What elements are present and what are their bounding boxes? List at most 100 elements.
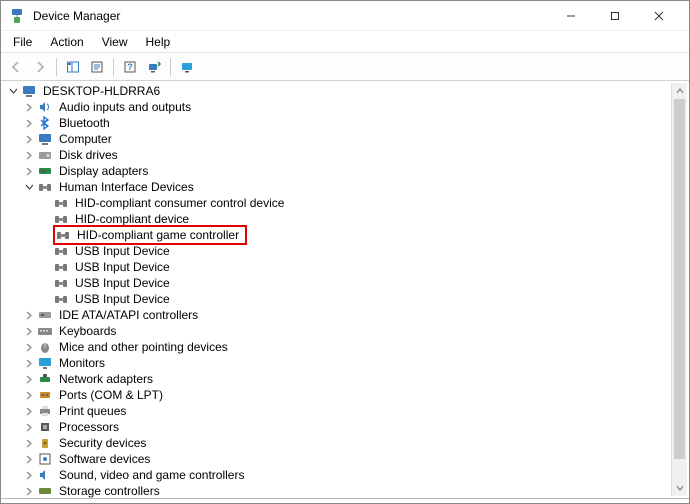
- chevron-right-icon[interactable]: [23, 453, 35, 465]
- tree-item-label: Mice and other pointing devices: [57, 340, 230, 354]
- title-bar: Device Manager: [1, 1, 689, 31]
- scan-hardware-button[interactable]: [143, 56, 165, 78]
- help-button[interactable]: ?: [119, 56, 141, 78]
- svg-text:?: ?: [127, 62, 133, 72]
- menu-view[interactable]: View: [94, 33, 136, 51]
- port-icon: [37, 387, 53, 403]
- tree-item-ide[interactable]: IDE ATA/ATAPI controllers: [7, 307, 669, 323]
- tree-item-label: Disk drives: [57, 148, 120, 162]
- tree-item-label: Storage controllers: [57, 484, 162, 498]
- devices-button[interactable]: [176, 56, 198, 78]
- tree-item-label: HID-compliant game controller: [75, 228, 241, 242]
- properties-button[interactable]: [86, 56, 108, 78]
- tree-item-sound[interactable]: Sound, video and game controllers: [7, 467, 669, 483]
- tree-item-label: Ports (COM & LPT): [57, 388, 165, 402]
- scroll-down-icon[interactable]: [672, 480, 687, 496]
- chevron-right-icon[interactable]: [23, 485, 35, 497]
- device-tree[interactable]: DESKTOP-HLDRRA6 Audio inputs and outputs…: [7, 83, 669, 498]
- tree-item-processors[interactable]: Processors: [7, 419, 669, 435]
- back-button[interactable]: [5, 56, 27, 78]
- chevron-right-icon[interactable]: [23, 165, 35, 177]
- sound-icon: [37, 467, 53, 483]
- chevron-right-icon[interactable]: [23, 437, 35, 449]
- maximize-button[interactable]: [593, 1, 637, 31]
- tree-item-label: Print queues: [57, 404, 128, 418]
- tree-item-label: USB Input Device: [73, 292, 172, 306]
- tree-item-hid-child[interactable]: HID-compliant consumer control device: [7, 195, 669, 211]
- storage-icon: [37, 483, 53, 498]
- chevron-right-icon[interactable]: [23, 149, 35, 161]
- tree-item-ports[interactable]: Ports (COM & LPT): [7, 387, 669, 403]
- window-title: Device Manager: [33, 9, 549, 23]
- tree-item-hid-child[interactable]: USB Input Device: [7, 275, 669, 291]
- tree-item-label: Audio inputs and outputs: [57, 100, 193, 114]
- tree-item-monitors[interactable]: Monitors: [7, 355, 669, 371]
- show-hide-console-button[interactable]: [62, 56, 84, 78]
- tree-item-display[interactable]: Display adapters: [7, 163, 669, 179]
- tree-item-label: DESKTOP-HLDRRA6: [41, 84, 162, 98]
- chevron-right-icon[interactable]: [23, 325, 35, 337]
- scrollbar-thumb[interactable]: [674, 99, 685, 459]
- close-button[interactable]: [637, 1, 681, 31]
- chevron-right-icon[interactable]: [23, 405, 35, 417]
- computer-icon: [21, 83, 37, 99]
- display-icon: [37, 163, 53, 179]
- tree-item-keyboards[interactable]: Keyboards: [7, 323, 669, 339]
- tree-item-hid[interactable]: Human Interface Devices: [7, 179, 669, 195]
- chevron-right-icon[interactable]: [23, 421, 35, 433]
- vertical-scrollbar[interactable]: [671, 83, 687, 496]
- tree-item-label: Processors: [57, 420, 121, 434]
- menu-action[interactable]: Action: [42, 33, 91, 51]
- tree-item-label: USB Input Device: [73, 276, 172, 290]
- tree-root[interactable]: DESKTOP-HLDRRA6: [7, 83, 669, 99]
- chevron-down-icon[interactable]: [23, 181, 35, 193]
- hid-icon: [53, 243, 69, 259]
- tree-item-computer[interactable]: Computer: [7, 131, 669, 147]
- printer-icon: [37, 403, 53, 419]
- tree-item-hid-child[interactable]: USB Input Device: [7, 259, 669, 275]
- tree-item-network[interactable]: Network adapters: [7, 371, 669, 387]
- tree-item-label: Bluetooth: [57, 116, 112, 130]
- separator-icon: [113, 58, 114, 76]
- tree-item-label: IDE ATA/ATAPI controllers: [57, 308, 200, 322]
- window-controls: [549, 1, 681, 31]
- keyboard-icon: [37, 323, 53, 339]
- highlight-box: HID-compliant game controller: [53, 225, 247, 245]
- chevron-right-icon[interactable]: [23, 389, 35, 401]
- software-icon: [37, 451, 53, 467]
- tree-item-security[interactable]: Security devices: [7, 435, 669, 451]
- chevron-right-icon[interactable]: [23, 101, 35, 113]
- tree-item-bluetooth[interactable]: Bluetooth: [7, 115, 669, 131]
- tree-item-printq[interactable]: Print queues: [7, 403, 669, 419]
- tree-item-hid-child[interactable]: USB Input Device: [7, 243, 669, 259]
- tree-item-hid-child-highlighted[interactable]: HID-compliant game controller: [7, 227, 669, 243]
- tree-item-mice[interactable]: Mice and other pointing devices: [7, 339, 669, 355]
- tree-item-disk[interactable]: Disk drives: [7, 147, 669, 163]
- chevron-right-icon[interactable]: [23, 117, 35, 129]
- tree-item-software[interactable]: Software devices: [7, 451, 669, 467]
- chevron-right-icon[interactable]: [23, 341, 35, 353]
- chevron-right-icon[interactable]: [23, 373, 35, 385]
- tree-item-audio[interactable]: Audio inputs and outputs: [7, 99, 669, 115]
- chevron-down-icon[interactable]: [7, 85, 19, 97]
- chevron-right-icon[interactable]: [23, 309, 35, 321]
- tree-item-label: Display adapters: [57, 164, 150, 178]
- audio-icon: [37, 99, 53, 115]
- minimize-button[interactable]: [549, 1, 593, 31]
- computer-icon: [37, 131, 53, 147]
- tree-item-label: USB Input Device: [73, 260, 172, 274]
- hid-icon: [53, 291, 69, 307]
- menu-help[interactable]: Help: [138, 33, 179, 51]
- separator-icon: [56, 58, 57, 76]
- tree-item-label: USB Input Device: [73, 244, 172, 258]
- tree-item-storage[interactable]: Storage controllers: [7, 483, 669, 498]
- forward-button[interactable]: [29, 56, 51, 78]
- scroll-up-icon[interactable]: [672, 83, 687, 99]
- chevron-right-icon[interactable]: [23, 133, 35, 145]
- tree-item-label: HID-compliant consumer control device: [73, 196, 286, 210]
- chevron-right-icon[interactable]: [23, 469, 35, 481]
- tree-item-label: Security devices: [57, 436, 148, 450]
- menu-file[interactable]: File: [5, 33, 40, 51]
- chevron-right-icon[interactable]: [23, 357, 35, 369]
- tree-item-hid-child[interactable]: USB Input Device: [7, 291, 669, 307]
